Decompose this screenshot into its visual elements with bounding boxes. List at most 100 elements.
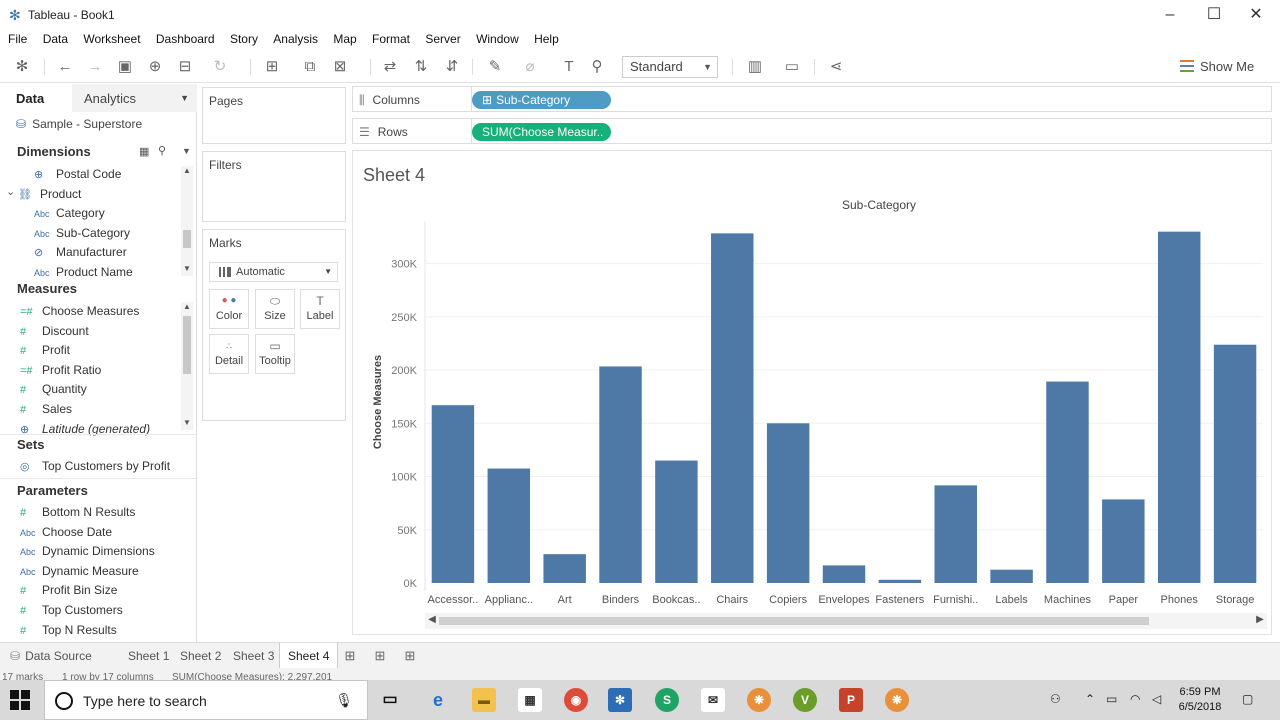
- powerpoint-icon[interactable]: P: [839, 688, 863, 712]
- new-data-source-icon[interactable]: ⊕: [145, 57, 165, 77]
- vim-icon[interactable]: V: [793, 688, 817, 712]
- new-dashboard-icon[interactable]: ⊞: [372, 648, 388, 664]
- tab-sheet-2[interactable]: Sheet 2: [172, 643, 229, 669]
- field-item[interactable]: # Top N Results: [20, 623, 117, 637]
- new-worksheet-icon[interactable]: ⊞: [262, 57, 282, 77]
- scroll-thumb[interactable]: [183, 316, 191, 374]
- chevron-down-icon[interactable]: ▼: [182, 146, 191, 156]
- dimensions-scrollbar[interactable]: ▲ ▼: [181, 166, 193, 276]
- menu-help[interactable]: Help: [534, 30, 559, 48]
- app-icon[interactable]: ❋: [747, 688, 771, 712]
- fit-select[interactable]: Standard ▼: [622, 56, 718, 78]
- sort-descending-icon[interactable]: ⇵: [442, 57, 462, 77]
- app-icon[interactable]: ❋: [885, 688, 909, 712]
- mail-icon[interactable]: ✉: [701, 688, 725, 712]
- menu-window[interactable]: Window: [476, 30, 519, 48]
- tab-sheet-1[interactable]: Sheet 1: [120, 643, 177, 669]
- show-mark-labels-icon[interactable]: T: [559, 57, 579, 77]
- tab-data[interactable]: Data: [0, 84, 72, 112]
- scroll-right-icon[interactable]: ▶: [1253, 614, 1267, 625]
- field-item[interactable]: Abc Category: [34, 206, 105, 220]
- undo-icon[interactable]: ←: [55, 57, 75, 77]
- field-item[interactable]: =# Choose Measures: [20, 304, 139, 318]
- show-me-button[interactable]: Show Me: [1180, 57, 1254, 77]
- store-icon[interactable]: ▦: [518, 688, 542, 712]
- size-button[interactable]: ⬭ Size: [255, 289, 295, 329]
- highlight-icon[interactable]: ✎: [485, 57, 505, 77]
- tooltip-button[interactable]: ▭ Tooltip: [255, 334, 295, 374]
- color-button[interactable]: ● ● Color: [209, 289, 249, 329]
- field-item[interactable]: # Top Customers: [20, 603, 123, 617]
- clear-sheet-icon[interactable]: ⊠: [330, 57, 350, 77]
- scroll-up-icon[interactable]: ▲: [181, 166, 193, 175]
- skype-icon[interactable]: S: [655, 688, 679, 712]
- swap-rows-columns-icon[interactable]: ⇄: [380, 57, 400, 77]
- show-cards-icon[interactable]: ▥: [745, 57, 765, 77]
- sub-category-pill[interactable]: ⊞ Sub-Category: [472, 91, 611, 109]
- field-item[interactable]: ⊕ Postal Code: [34, 167, 121, 181]
- scroll-thumb[interactable]: [183, 230, 191, 248]
- menu-file[interactable]: File: [8, 30, 27, 48]
- tab-analytics[interactable]: Analytics ▼: [72, 84, 197, 112]
- field-item[interactable]: # Bottom N Results: [20, 505, 135, 519]
- field-item[interactable]: ⌄ ⛓ Product: [6, 186, 81, 201]
- measures-scrollbar[interactable]: ▲ ▼: [181, 302, 193, 430]
- menu-data[interactable]: Data: [43, 30, 68, 48]
- expand-chevron-icon[interactable]: ⌄: [6, 185, 15, 198]
- microphone-icon[interactable]: 🎙: [335, 692, 353, 709]
- pages-card[interactable]: Pages: [202, 87, 346, 144]
- filters-card[interactable]: Filters: [202, 151, 346, 222]
- chevron-up-icon[interactable]: ⌃: [1085, 692, 1095, 706]
- scroll-down-icon[interactable]: ▼: [181, 264, 193, 273]
- start-button[interactable]: [10, 690, 30, 710]
- edge-icon[interactable]: e: [426, 688, 450, 712]
- data-source-tab[interactable]: ⛁ Data Source: [2, 643, 100, 669]
- duplicate-sheet-icon[interactable]: ⧉: [300, 57, 320, 77]
- tableau-home-icon[interactable]: ✻: [12, 57, 32, 77]
- data-source-item[interactable]: ⛁ Sample - Superstore: [16, 117, 142, 131]
- file-explorer-icon[interactable]: ▬: [472, 688, 496, 712]
- menu-format[interactable]: Format: [372, 30, 410, 48]
- detail-button[interactable]: ∴ Detail: [209, 334, 249, 374]
- task-view-icon[interactable]: ▭: [378, 688, 402, 712]
- field-item[interactable]: Abc Dynamic Dimensions: [20, 544, 155, 558]
- maximize-button[interactable]: ☐: [1194, 4, 1234, 26]
- field-item[interactable]: Abc Dynamic Measure: [20, 564, 139, 578]
- menu-worksheet[interactable]: Worksheet: [83, 30, 140, 48]
- scroll-thumb[interactable]: [439, 617, 1149, 625]
- scroll-up-icon[interactable]: ▲: [181, 302, 193, 311]
- new-worksheet-icon[interactable]: ⊞: [342, 648, 358, 664]
- sort-ascending-icon[interactable]: ⇅: [411, 57, 431, 77]
- chrome-icon[interactable]: ◉: [564, 688, 588, 712]
- field-item[interactable]: # Discount: [20, 324, 89, 338]
- taskbar-search[interactable]: Type here to search 🎙: [44, 680, 368, 720]
- field-item[interactable]: # Profit: [20, 343, 70, 357]
- horizontal-scrollbar[interactable]: ◀ ▶: [425, 613, 1267, 629]
- search-icon[interactable]: ⚲: [158, 144, 166, 157]
- taskbar-clock[interactable]: 6:59 PM 6/5/2018: [1170, 685, 1230, 715]
- tableau-taskbar-icon[interactable]: ✻: [608, 688, 632, 712]
- minimize-button[interactable]: –: [1150, 4, 1190, 26]
- field-item[interactable]: Abc Sub-Category: [34, 226, 130, 240]
- scroll-left-icon[interactable]: ◀: [425, 614, 439, 625]
- menu-map[interactable]: Map: [333, 30, 356, 48]
- redo-icon[interactable]: →: [85, 57, 105, 77]
- wifi-icon[interactable]: ◠: [1130, 692, 1140, 706]
- fix-axes-icon[interactable]: ⚲: [587, 57, 607, 77]
- refresh-icon[interactable]: ↻: [210, 57, 230, 77]
- field-item[interactable]: Abc Product Name: [34, 265, 133, 279]
- columns-shelf[interactable]: ⫼ Columns ⊞ Sub-Category: [352, 86, 1272, 112]
- tab-sheet-4[interactable]: Sheet 4: [279, 643, 339, 669]
- mark-type-select[interactable]: Automatic ▼: [209, 262, 338, 282]
- menu-story[interactable]: Story: [230, 30, 258, 48]
- label-button[interactable]: T Label: [300, 289, 340, 329]
- presentation-mode-icon[interactable]: ▭: [782, 57, 802, 77]
- view-options-icon[interactable]: ▦: [139, 145, 149, 158]
- scroll-down-icon[interactable]: ▼: [181, 418, 193, 427]
- menu-dashboard[interactable]: Dashboard: [156, 30, 215, 48]
- field-item[interactable]: Abc Choose Date: [20, 525, 112, 539]
- notifications-icon[interactable]: ▢: [1242, 692, 1253, 706]
- field-item[interactable]: ⊘ Manufacturer: [34, 245, 127, 259]
- group-members-icon[interactable]: ⌀: [520, 57, 540, 77]
- field-item[interactable]: # Quantity: [20, 382, 87, 396]
